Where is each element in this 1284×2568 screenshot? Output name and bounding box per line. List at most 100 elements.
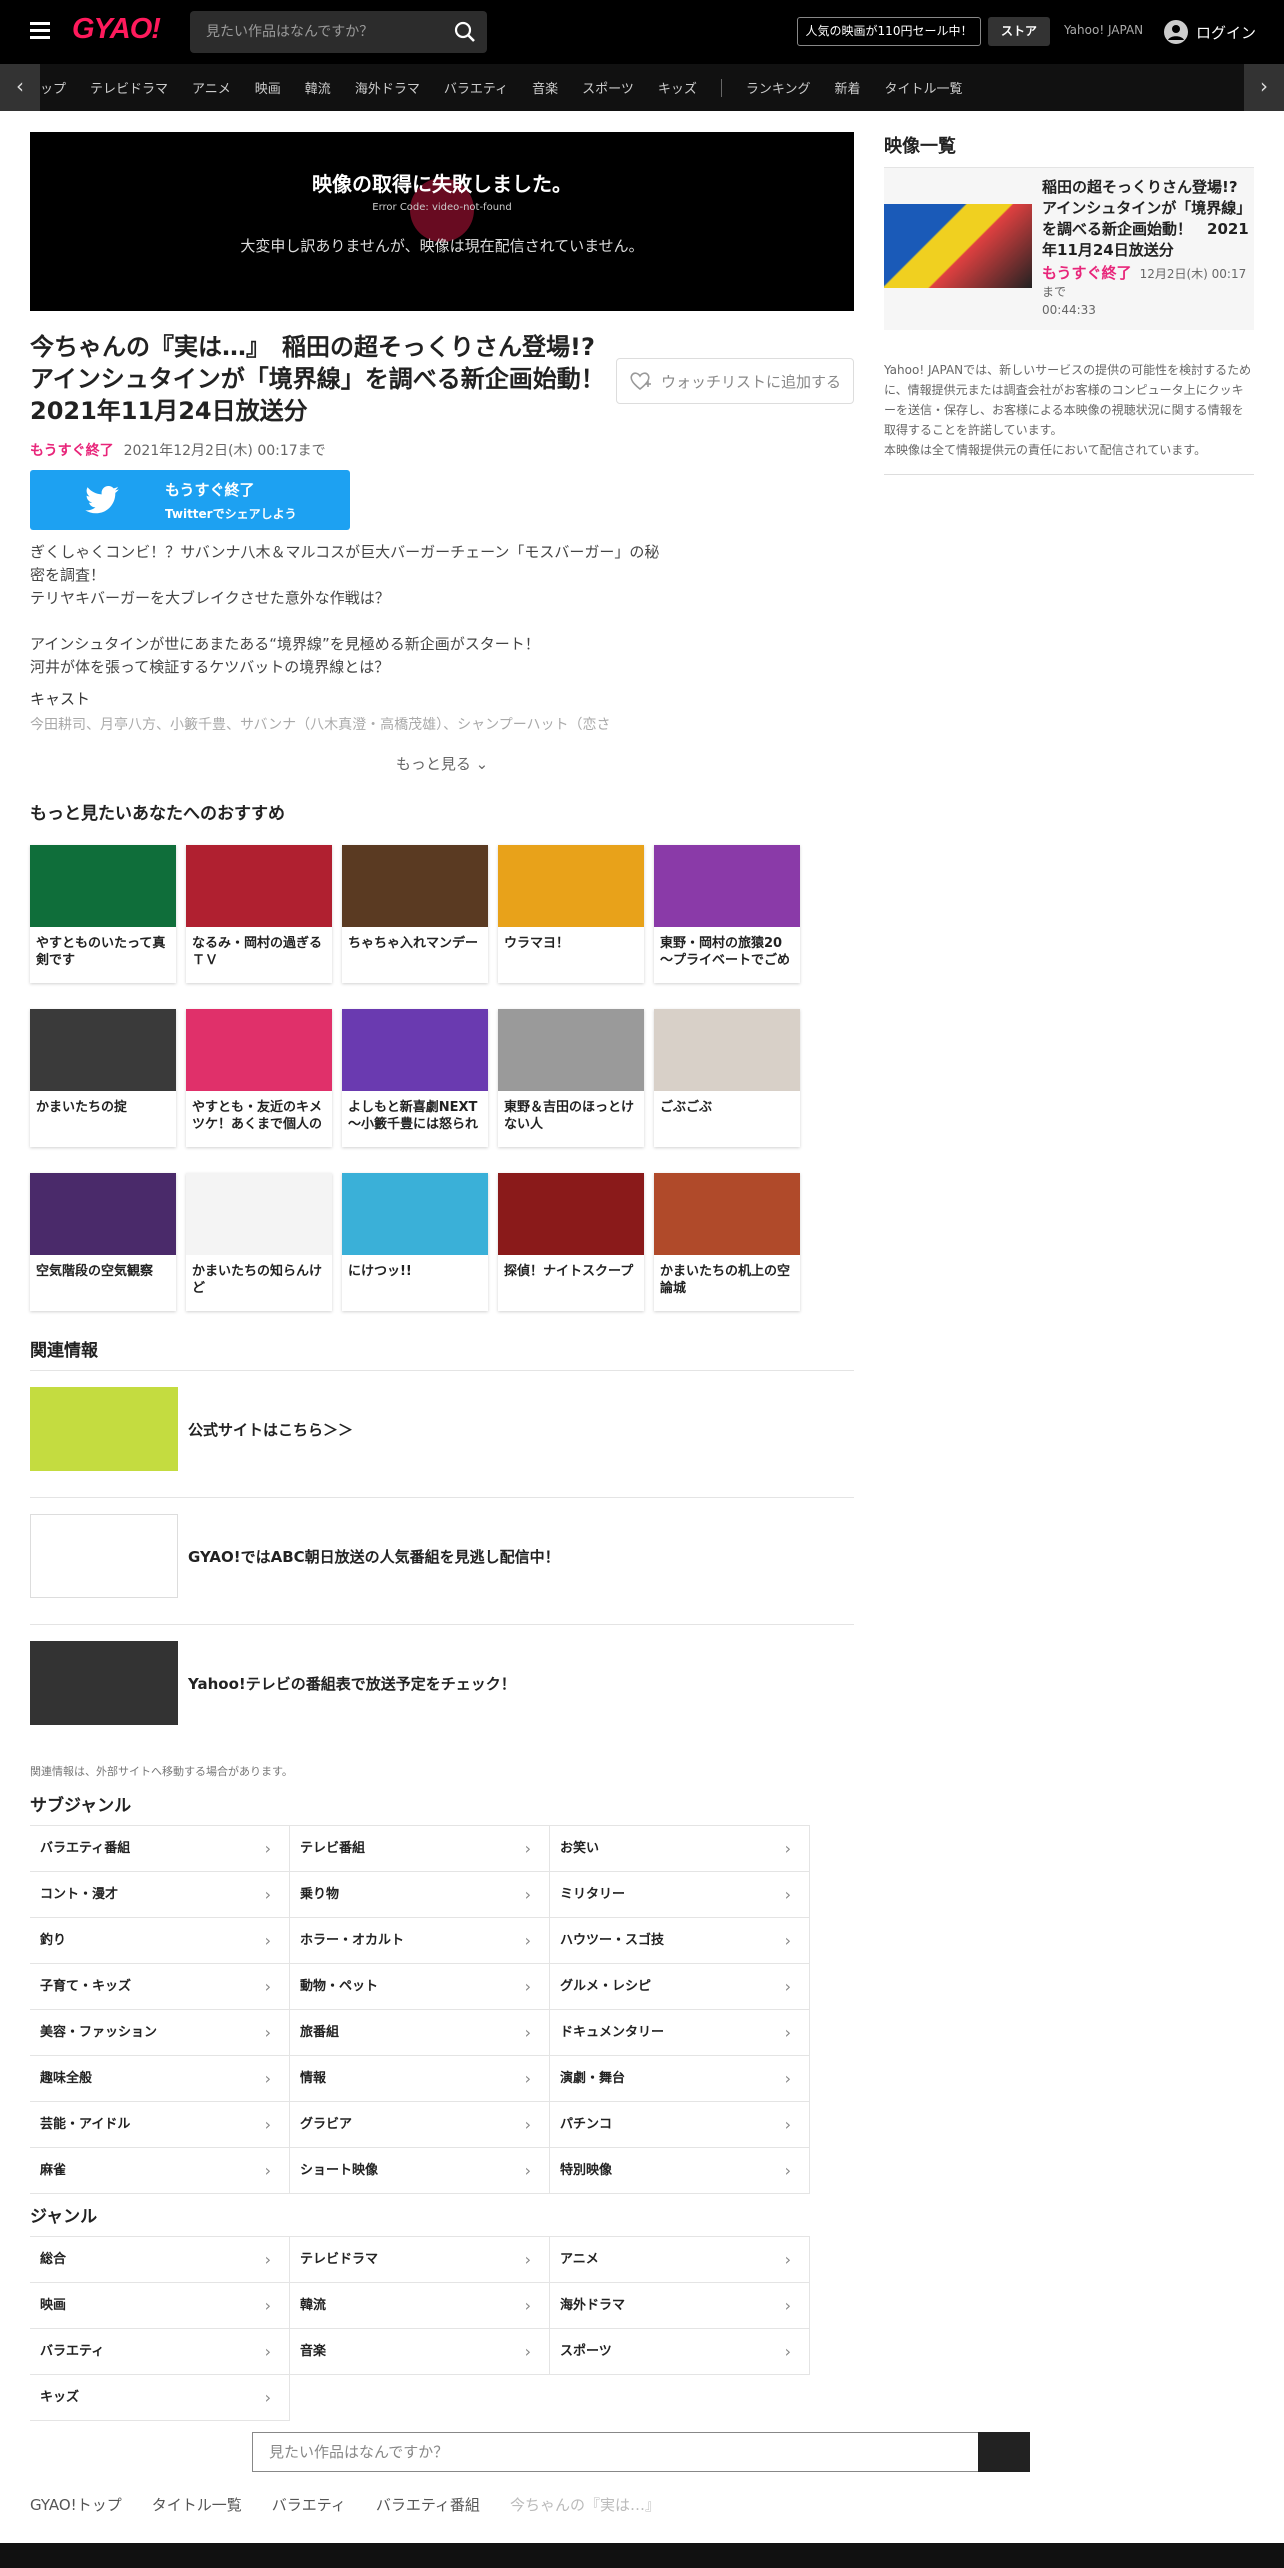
episode-title: 今ちゃんの『実は…』 稲田の超そっくりさん登場!?アインシュタインが「境界線」を…	[30, 333, 629, 425]
subgenre-link[interactable]: バラエティ番組 ›	[30, 1826, 290, 1872]
recommend-card[interactable]: 東野・岡村の旅猿20～プライベートでごめ	[654, 845, 800, 983]
breadcrumb-item[interactable]: バラエティ番組	[376, 2494, 480, 2515]
card-thumbnail	[342, 1009, 488, 1091]
genre-link[interactable]: バラエティ ›	[30, 2329, 290, 2375]
nav-item[interactable]: キッズ	[658, 78, 697, 97]
subgenre-link[interactable]: コント・漫才 ›	[30, 1872, 290, 1918]
subgenre-link[interactable]: 乗り物 ›	[290, 1872, 550, 1918]
subgenre-link[interactable]: パチンコ ›	[550, 2102, 810, 2148]
subgenre-link[interactable]: 芸能・アイドル ›	[30, 2102, 290, 2148]
nav-item[interactable]: スポーツ	[582, 78, 634, 97]
nav-item[interactable]: 音楽	[532, 78, 558, 97]
genre-link[interactable]: 韓流 ›	[290, 2283, 550, 2329]
nav-next-button[interactable]: ›	[1244, 64, 1284, 111]
recommend-card[interactable]: 探偵！ナイトスクープ	[498, 1173, 644, 1311]
subgenre-link[interactable]: 旅番組 ›	[290, 2010, 550, 2056]
genre-link[interactable]: アニメ ›	[550, 2237, 810, 2283]
yahoo-japan-link[interactable]: Yahoo! JAPAN	[1064, 23, 1143, 37]
subgenre-link[interactable]: 釣り ›	[30, 1918, 290, 1964]
subgenre-label: 旅番組	[300, 2025, 340, 2040]
sidebar-video-meta: もうすぐ終了 12月2日(木) 00:17まで 00:44:33	[1042, 264, 1252, 319]
recommend-card[interactable]: ごぶごぶ	[654, 1009, 800, 1147]
bottom-search-button[interactable]	[978, 2432, 1030, 2472]
related-item[interactable]: GYAO!ではABC朝日放送の人気番組を見逃し配信中！	[30, 1497, 854, 1609]
twitter-share-button[interactable]: もうすぐ終了 Twitterでシェアしよう	[30, 470, 350, 530]
subgenre-label: バラエティ番組	[40, 1841, 131, 1856]
subgenre-link[interactable]: ハウツー・スゴ技 ›	[550, 1918, 810, 1964]
video-player[interactable]: 映像の取得に失敗しました。 Error Code: video-not-foun…	[30, 132, 854, 311]
recommend-card[interactable]: かまいたちの知らんけど	[186, 1173, 332, 1311]
genre-link[interactable]: 映画 ›	[30, 2283, 290, 2329]
sidebar-video-item[interactable]: 稲田の超そっくりさん登場!?アインシュタインが「境界線」を調べる新企画始動！ 2…	[884, 167, 1254, 330]
genre-link[interactable]: 音楽 ›	[290, 2329, 550, 2375]
subgenre-link[interactable]: 情報 ›	[290, 2056, 550, 2102]
nav-item[interactable]: ップ	[40, 78, 66, 97]
subgenre-link[interactable]: 麻雀 ›	[30, 2148, 290, 2194]
login-button[interactable]: ログイン	[1164, 17, 1256, 47]
card-title: 空気階段の空気観察	[36, 1264, 154, 1279]
breadcrumb-item[interactable]: バラエティ	[272, 2494, 346, 2515]
subgenre-link[interactable]: 特別映像 ›	[550, 2148, 810, 2194]
genre-link[interactable]: キッズ ›	[30, 2375, 290, 2421]
nav-item[interactable]: 海外ドラマ	[355, 78, 420, 97]
card-thumbnail	[30, 845, 176, 927]
footer-bar	[0, 2543, 1284, 2568]
genre-link[interactable]: スポーツ ›	[550, 2329, 810, 2375]
subgenre-link[interactable]: グラビア ›	[290, 2102, 550, 2148]
genre-link[interactable]: 海外ドラマ ›	[550, 2283, 810, 2329]
nav-item[interactable]: 新着	[834, 78, 860, 97]
recommend-card[interactable]: ちゃちゃ入れマンデー	[342, 845, 488, 983]
recommend-card[interactable]: よしもと新喜劇NEXT～小籔千豊には怒られ	[342, 1009, 488, 1147]
card-title: 探偵！ナイトスクープ	[504, 1264, 634, 1279]
nav-item[interactable]: 韓流	[305, 78, 331, 97]
subgenre-link[interactable]: 動物・ペット ›	[290, 1964, 550, 2010]
subgenre-link[interactable]: ドキュメンタリー ›	[550, 2010, 810, 2056]
recommend-card[interactable]: やすとものいたって真剣です	[30, 845, 176, 983]
genre-link[interactable]: テレビドラマ ›	[290, 2237, 550, 2283]
nav-item[interactable]: ランキング	[746, 78, 811, 97]
subgenre-label: ミリタリー	[560, 1887, 626, 1902]
bottom-search-input[interactable]	[252, 2432, 978, 2472]
subgenre-link[interactable]: 演劇・舞台 ›	[550, 2056, 810, 2102]
subgenre-label: 動物・ペット	[300, 1979, 379, 1994]
subgenre-link[interactable]: ホラー・オカルト ›	[290, 1918, 550, 1964]
recommend-card[interactable]: ウラマヨ！	[498, 845, 644, 983]
subgenre-link[interactable]: 美容・ファッション ›	[30, 2010, 290, 2056]
recommend-card[interactable]: にけつッ!!	[342, 1173, 488, 1311]
related-item[interactable]: Yahoo!テレビの番組表で放送予定をチェック！	[30, 1624, 854, 1736]
nav-item[interactable]: 映画	[255, 78, 281, 97]
related-item[interactable]: 公式サイトはこちら＞＞	[30, 1370, 854, 1482]
subgenre-link[interactable]: グルメ・レシピ ›	[550, 1964, 810, 2010]
breadcrumb-item[interactable]: GYAO!トップ	[30, 2494, 122, 2515]
nav-item[interactable]: バラエティ	[444, 78, 508, 97]
search-input[interactable]	[190, 11, 430, 53]
chevron-right-icon: ›	[264, 1839, 271, 1858]
recommend-card[interactable]: 東野＆吉田のほっとけない人	[498, 1009, 644, 1147]
nav-item[interactable]: テレビドラマ	[90, 78, 168, 97]
recommend-card[interactable]: やすとも・友近のキメツケ！あくまで個人の	[186, 1009, 332, 1147]
store-button[interactable]: ストア	[988, 17, 1050, 46]
show-more-button[interactable]: もっと見る ⌄	[30, 740, 854, 788]
subgenre-label: 麻雀	[40, 2163, 67, 2178]
breadcrumb-item[interactable]: タイトル一覧	[152, 2494, 242, 2515]
gyao-logo[interactable]: GYAO!	[72, 13, 161, 46]
subgenre-link[interactable]: お笑い ›	[550, 1826, 810, 1872]
nav-item[interactable]: タイトル一覧	[884, 78, 962, 97]
subgenre-link[interactable]: ミリタリー ›	[550, 1872, 810, 1918]
watchlist-button[interactable]: ウォッチリストに追加する	[616, 358, 854, 404]
nav-prev-button[interactable]: ‹	[0, 64, 40, 111]
genre-link[interactable]: 総合 ›	[30, 2237, 290, 2283]
subgenre-link[interactable]: ショート映像 ›	[290, 2148, 550, 2194]
subgenre-link[interactable]: テレビ番組 ›	[290, 1826, 550, 1872]
promo-link[interactable]: 人気の映画が110円セール中！	[797, 17, 981, 46]
recommend-card[interactable]: 空気階段の空気観察	[30, 1173, 176, 1311]
card-thumbnail	[186, 1009, 332, 1091]
nav-item[interactable]: アニメ	[192, 78, 231, 97]
subgenre-link[interactable]: 子育て・キッズ ›	[30, 1964, 290, 2010]
recommend-card[interactable]: なるみ・岡村の過ぎるＴＶ	[186, 845, 332, 983]
recommend-card[interactable]: かまいたちの机上の空論城	[654, 1173, 800, 1311]
search-icon[interactable]	[453, 20, 477, 44]
subgenre-link[interactable]: 趣味全般 ›	[30, 2056, 290, 2102]
menu-icon[interactable]	[30, 22, 50, 39]
recommend-card[interactable]: かまいたちの掟	[30, 1009, 176, 1147]
